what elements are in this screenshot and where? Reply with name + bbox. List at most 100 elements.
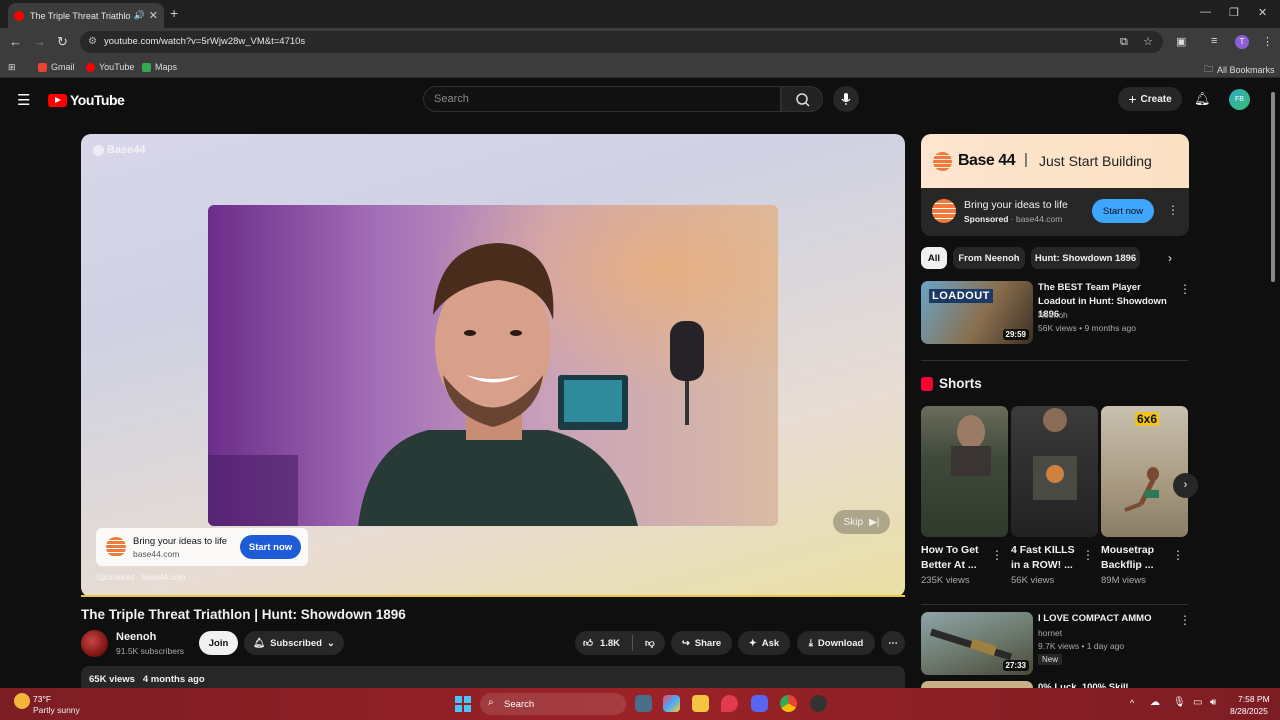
recommendation-thumbnail[interactable]: LOADOUT 29:59 [921,281,1033,344]
base44-logo-icon [93,144,104,156]
volume-icon[interactable]: 🔊︎ [1210,697,1216,708]
notifications-bell-icon[interactable]: 🔔︎ [1194,91,1211,107]
file-explorer-icon[interactable] [692,695,709,712]
tab-title: The Triple Threat Triathlon | Hunt: Show… [30,10,131,21]
windows-start-icon[interactable] [455,696,471,712]
install-app-icon[interactable]: ⧉ [1120,36,1128,49]
hamburger-menu-icon[interactable]: ☰ [17,91,30,109]
ad-video-frame[interactable] [208,205,778,526]
like-button[interactable]: 👍︎ 1.8K [583,637,620,650]
obs-icon[interactable] [810,695,827,712]
ad-overlay-card[interactable]: Bring your ideas to life base44.com Star… [96,528,308,566]
weather-desc[interactable]: Partly sunny [33,705,80,715]
shorts-next-button[interactable]: › [1173,473,1198,498]
search-box[interactable] [423,86,781,112]
more-vertical-icon[interactable]: ⋮ [1172,548,1184,562]
bookmark-gmail[interactable]: Gmail [38,62,75,72]
chip-from-neenoh[interactable]: From Neenoh [953,247,1025,269]
chrome-icon[interactable] [780,695,797,712]
recommendation-title[interactable]: 0% Luck, 100% Skill [1038,681,1173,688]
profile-avatar[interactable]: T [1235,35,1249,49]
chip-hunt-showdown[interactable]: Hunt: Showdown 1896 [1031,247,1140,269]
minimize-icon[interactable]: — [1200,6,1211,18]
ask-button[interactable]: ✦ Ask [738,631,790,655]
back-icon[interactable]: ← [9,34,22,49]
browser-menu-icon[interactable]: ⋮ [1262,35,1273,48]
more-vertical-icon[interactable]: ⋮ [1179,613,1191,627]
bookmark-youtube[interactable]: YouTube [86,62,134,72]
voice-search-button[interactable] [833,86,859,112]
url-text[interactable]: youtube.com/watch?v=5rWjw28w_VM&t=4710s [104,36,305,47]
page-scrollbar[interactable] [1271,92,1275,282]
copilot-icon[interactable] [663,695,680,712]
clock-time[interactable]: 7:58 PM [1238,694,1270,704]
short-thumbnail[interactable]: 6x6 [1101,406,1188,537]
more-vertical-icon[interactable]: ⋮ [1082,548,1094,562]
task-view-icon[interactable] [635,695,652,712]
window-close-icon[interactable]: ✕ [1258,6,1267,19]
search-button[interactable] [781,86,823,112]
channel-avatar[interactable] [81,630,108,657]
base44-logo-icon [106,537,126,557]
recommendation-thumbnail[interactable]: 27:33 [921,612,1033,675]
speaker-icon[interactable]: 🔊 [134,10,145,21]
browser-tab[interactable]: The Triple Threat Triathlon | Hunt: Show… [8,3,164,28]
more-vertical-icon[interactable]: ⋮ [1179,282,1191,296]
video-player[interactable]: Base44 Skip ▶| Bring your ideas to life … [81,134,905,597]
reload-icon[interactable]: ↻ [57,34,68,50]
account-avatar[interactable]: FB [1229,89,1250,110]
recommendation-channel[interactable]: Neenoh [1038,310,1068,320]
short-title[interactable]: 4 Fast KILLS in a ROW! ... [1011,543,1083,572]
weather-temp[interactable]: 73°F [33,694,51,704]
youtube-logo[interactable]: YouTube [48,92,125,108]
channel-name[interactable]: Neenoh [116,631,156,643]
weather-sun-icon[interactable] [14,693,30,709]
bookmark-star-icon[interactable]: ☆ [1143,35,1153,48]
short-thumbnail[interactable] [921,406,1008,537]
short-title[interactable]: Mousetrap Backflip ... [1101,543,1173,572]
forward-icon[interactable]: → [33,34,46,49]
thumbs-down-icon[interactable]: 👎︎ [645,637,655,649]
reading-list-icon[interactable]: ≡ [1211,35,1217,47]
apps-grid-icon[interactable]: ⊞ [8,62,16,73]
network-icon[interactable]: ▭ [1193,697,1202,708]
discord-icon[interactable] [751,695,768,712]
maps-pin-icon[interactable] [721,695,738,712]
recommendation-thumbnail[interactable] [921,681,1033,688]
address-bar[interactable]: ⚙ youtube.com/watch?v=5rWjw28w_VM&t=4710… [80,31,1163,53]
recommendation-title[interactable]: I LOVE COMPACT AMMO [1038,612,1173,626]
more-actions-button[interactable]: ⋯ [881,631,905,655]
more-vertical-icon[interactable]: ⋮ [991,548,1003,562]
subscribed-button[interactable]: 🔔︎ Subscribed ⌄ [244,631,344,655]
sidebar-ad[interactable]: Base 44 | Just Start Building Bring your… [921,134,1189,236]
tab-search-icon[interactable]: ▣ [1176,35,1186,48]
download-button[interactable]: ⤓ Download [797,631,875,655]
bookmark-maps[interactable]: Maps [142,62,177,72]
search-icon [796,93,810,107]
clock-date[interactable]: 8/28/2025 [1230,706,1268,716]
site-info-icon[interactable]: ⚙ [88,36,97,47]
join-button[interactable]: Join [199,631,238,655]
skip-ad-button[interactable]: Skip ▶| [833,510,890,534]
base44-logo-icon [933,152,952,171]
microphone-icon[interactable]: 🎙︎ [1173,697,1186,708]
taskbar-search[interactable]: ⌕ Search [480,693,626,715]
create-button[interactable]: + Create [1118,87,1182,111]
onedrive-icon[interactable]: ☁ [1150,697,1160,708]
more-vertical-icon[interactable]: ⋮ [1167,203,1179,217]
short-title[interactable]: How To Get Better At ... [921,543,993,572]
sidebar-ad-start-now-button[interactable]: Start now [1092,199,1154,223]
new-tab-icon[interactable]: + [170,5,178,21]
ad-banner-image[interactable]: Base 44 | Just Start Building [921,134,1189,188]
search-input[interactable] [434,93,764,105]
chip-scroll-right-icon[interactable]: › [1168,251,1172,265]
ad-start-now-button[interactable]: Start now [240,535,301,559]
system-tray-chevron-icon[interactable]: ^ [1130,698,1134,708]
close-tab-icon[interactable]: ✕ [149,9,158,22]
short-thumbnail[interactable] [1011,406,1098,537]
restore-icon[interactable]: ❐ [1229,6,1239,19]
all-bookmarks[interactable]: 🗀 All Bookmarks [1204,62,1275,78]
recommendation-channel[interactable]: hornet [1038,628,1062,638]
chip-all[interactable]: All [921,247,947,269]
share-button[interactable]: ↪ Share [671,631,732,655]
